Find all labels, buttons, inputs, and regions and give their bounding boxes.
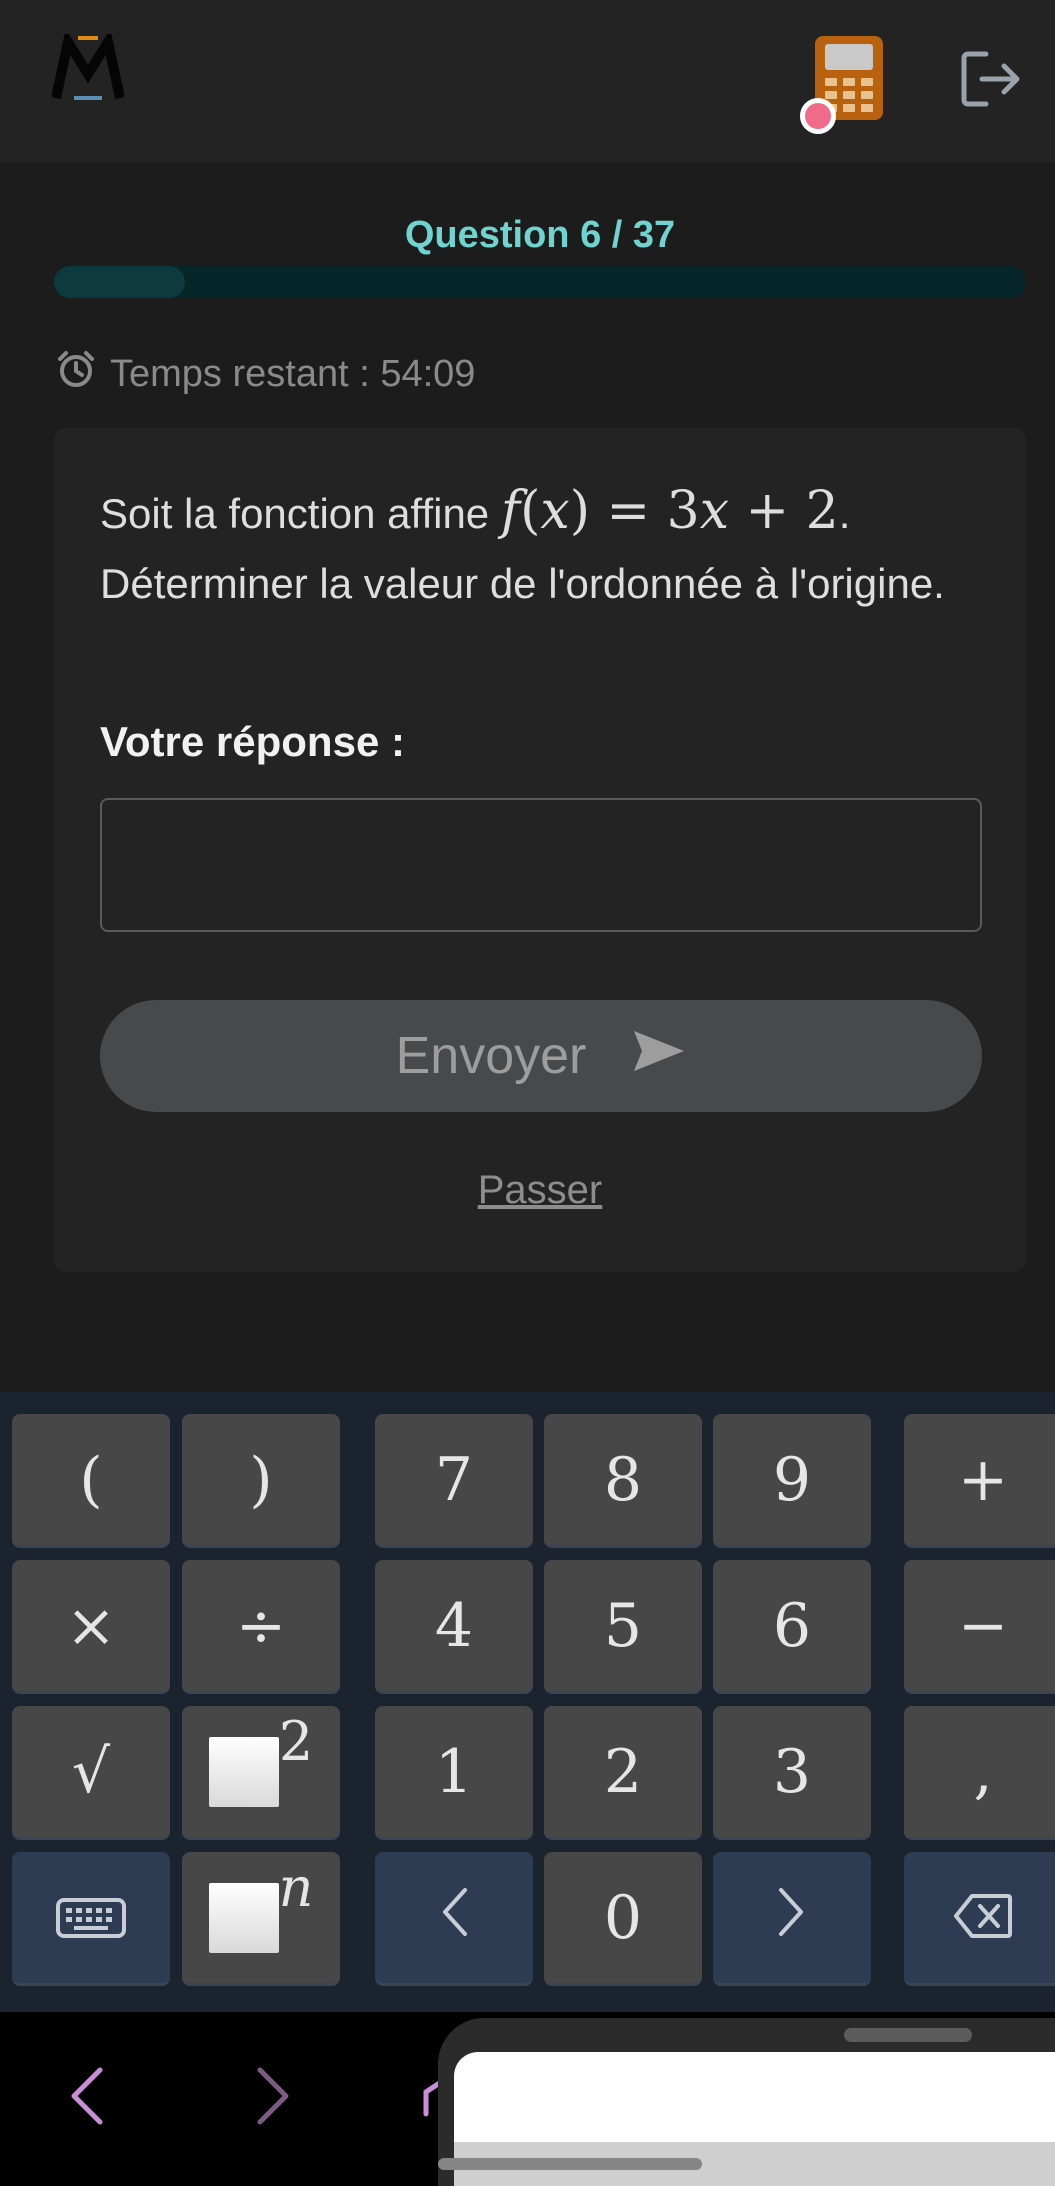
- exponent-n: n: [278, 1856, 314, 1919]
- progress-fill: [54, 266, 186, 298]
- keyboard-toggle-button[interactable]: [12, 1852, 170, 1986]
- send-button[interactable]: Envoyer: [100, 1000, 982, 1112]
- answer-input[interactable]: [100, 798, 982, 932]
- timer: Temps restant : 54:09: [56, 349, 476, 399]
- key-0[interactable]: 0: [544, 1852, 702, 1986]
- cursor-left-button[interactable]: [375, 1852, 533, 1986]
- m-logo-icon[interactable]: [51, 28, 125, 104]
- key-square[interactable]: 2: [182, 1706, 340, 1840]
- send-icon: [586, 1026, 686, 1086]
- keyboard-icon: [56, 1883, 126, 1953]
- key-9[interactable]: 9: [713, 1414, 871, 1548]
- key-2[interactable]: 2: [544, 1706, 702, 1840]
- function-formula: f(x) = 3x + 2: [500, 481, 839, 541]
- key-3[interactable]: 3: [713, 1706, 871, 1840]
- key-4[interactable]: 4: [375, 1560, 533, 1694]
- right-arrow-icon: [777, 1883, 807, 1953]
- timer-label: Temps restant : 54:09: [110, 352, 476, 395]
- sheet-handle[interactable]: [844, 2028, 972, 2042]
- question-counter: Question 6 / 37: [404, 214, 676, 256]
- logout-icon[interactable]: [960, 50, 1022, 108]
- key-minus[interactable]: −: [904, 1560, 1055, 1694]
- forward-icon[interactable]: [256, 2066, 290, 2131]
- progress-bar: [54, 266, 1026, 298]
- key-sqrt[interactable]: √: [12, 1706, 170, 1840]
- key-comma[interactable]: ,: [904, 1706, 1055, 1840]
- answer-label: Votre réponse :: [100, 718, 405, 765]
- math-keypad: ( ) 7 8 9 + × ÷ 4 5 6 − √ 2 1 2 3 , n 0: [0, 1392, 1055, 2012]
- key-8[interactable]: 8: [544, 1414, 702, 1548]
- key-6[interactable]: 6: [713, 1560, 871, 1694]
- question-card: Soit la fonction affine f(x) = 3x + 2. D…: [54, 428, 1026, 1272]
- notification-dot: [800, 98, 836, 134]
- home-indicator: [438, 2158, 702, 2170]
- alarm-clock-icon: [56, 349, 110, 399]
- back-icon[interactable]: [70, 2066, 104, 2131]
- backspace-button[interactable]: [904, 1852, 1055, 1986]
- exponent-2: 2: [278, 1710, 314, 1773]
- key-divide[interactable]: ÷: [182, 1560, 340, 1694]
- key-7[interactable]: 7: [375, 1414, 533, 1548]
- left-arrow-icon: [439, 1883, 469, 1953]
- key-1[interactable]: 1: [375, 1706, 533, 1840]
- top-bar: [0, 0, 1055, 162]
- key-power-n[interactable]: n: [182, 1852, 340, 1986]
- placeholder-box-icon: [208, 1736, 279, 1807]
- placeholder-box-icon: [208, 1882, 279, 1953]
- skip-link[interactable]: Passer: [54, 1168, 1026, 1213]
- key-open-paren[interactable]: (: [12, 1414, 170, 1548]
- question-text: Soit la fonction affine f(x) = 3x + 2. D…: [100, 481, 945, 607]
- key-5[interactable]: 5: [544, 1560, 702, 1694]
- cursor-right-button[interactable]: [713, 1852, 871, 1986]
- key-multiply[interactable]: ×: [12, 1560, 170, 1694]
- key-close-paren[interactable]: ): [182, 1414, 340, 1548]
- backspace-icon: [954, 1883, 1012, 1953]
- key-plus[interactable]: +: [904, 1414, 1055, 1548]
- send-label: Envoyer: [395, 1027, 587, 1085]
